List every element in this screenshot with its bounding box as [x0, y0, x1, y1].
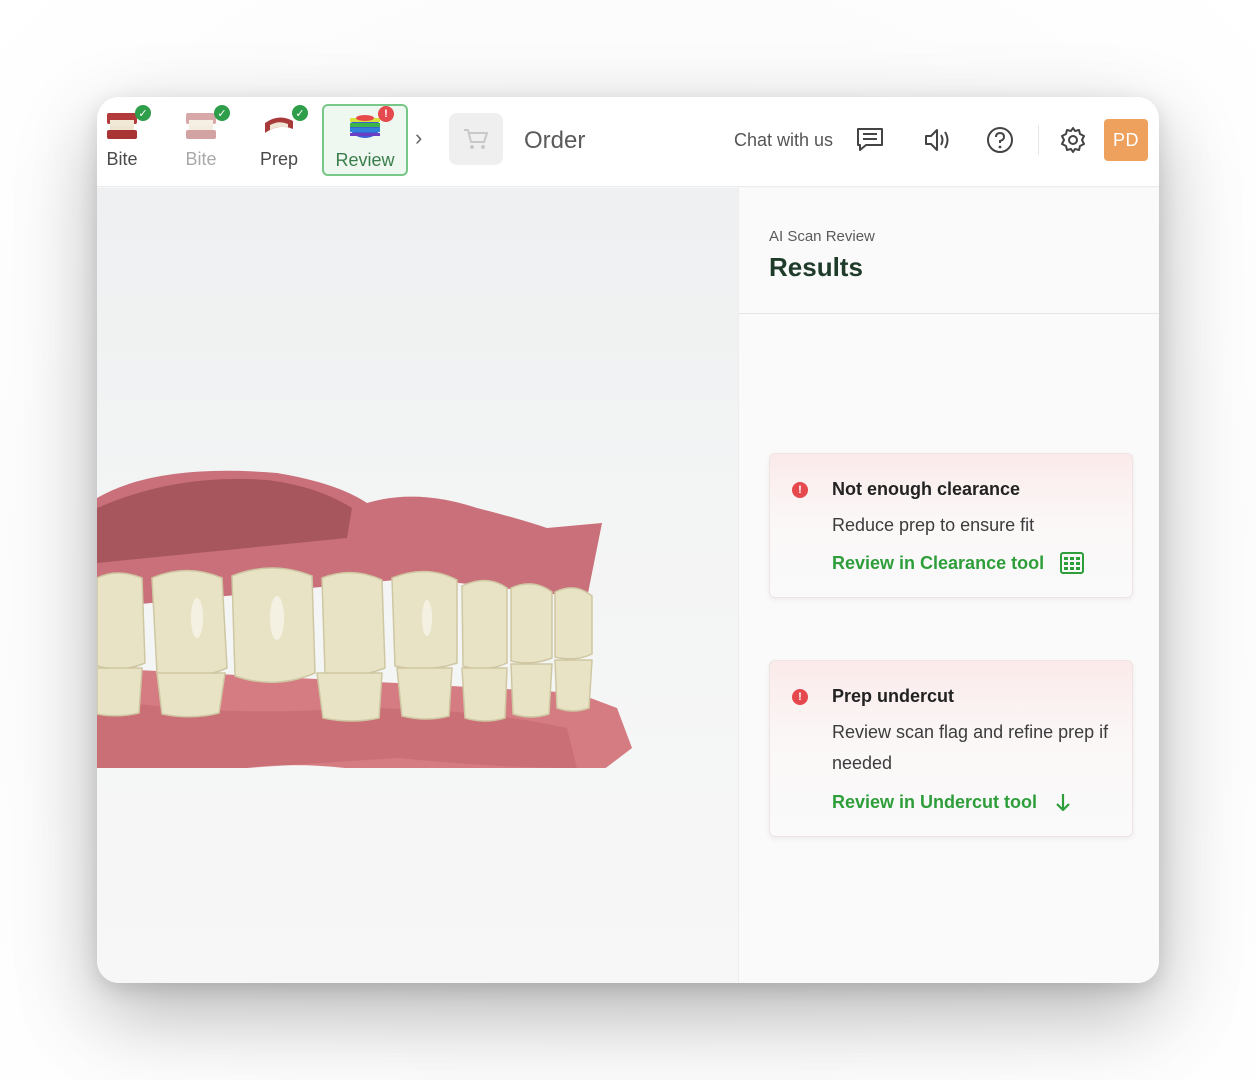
- error-alert-icon: !: [792, 482, 808, 498]
- step-bite-2[interactable]: ✓ Bite: [161, 105, 241, 175]
- step-label: Review: [335, 150, 395, 170]
- error-alert-icon: !: [792, 689, 808, 705]
- top-bar: ✓ Bite ✓ Bite ✓ Prep ! Review › Order Ch…: [97, 97, 1159, 187]
- toolbar-divider: [1038, 125, 1039, 155]
- result-title: Not enough clearance: [832, 479, 1021, 499]
- ai-review-panel: AI Scan Review Results ! Not enough clea…: [738, 188, 1159, 983]
- review-in-clearance-tool-link[interactable]: Review in Clearance tool: [832, 553, 1044, 574]
- clearance-map-icon[interactable]: [1060, 552, 1084, 579]
- result-card-clearance: ! Not enough clearance Reduce prep to en…: [769, 453, 1133, 598]
- panel-divider: [739, 313, 1159, 314]
- bite-scan-thumbnail-icon: ✓: [105, 105, 151, 141]
- step-done-check-icon: ✓: [214, 105, 230, 121]
- step-label: Bite: [185, 149, 217, 169]
- prep-scan-thumbnail-icon: ✓: [262, 105, 308, 141]
- panel-title: Results: [769, 252, 863, 282]
- user-avatar[interactable]: PD: [1104, 119, 1148, 161]
- step-review[interactable]: ! Review: [322, 104, 408, 176]
- result-card-undercut: ! Prep undercut Review scan flag and ref…: [769, 660, 1133, 837]
- step-label: Bite: [106, 149, 138, 169]
- settings-gear-icon[interactable]: [1058, 125, 1088, 160]
- result-description: Review scan flag and refine prep if need…: [832, 722, 1109, 773]
- step-bite-1[interactable]: ✓ Bite: [97, 105, 162, 175]
- bite-scan-thumbnail-icon: ✓: [184, 105, 230, 141]
- chevron-right-icon: ›: [415, 125, 423, 150]
- app-window: ✓ Bite ✓ Bite ✓ Prep ! Review › Order Ch…: [97, 97, 1159, 983]
- speaker-volume-icon[interactable]: [923, 125, 953, 160]
- result-description: Reduce prep to ensure fit: [832, 515, 1035, 535]
- step-error-alert-icon: !: [378, 106, 394, 122]
- result-title: Prep undercut: [832, 686, 955, 706]
- chat-bubble-icon[interactable]: [856, 127, 884, 158]
- step-prep[interactable]: ✓ Prep: [239, 105, 319, 175]
- cart-icon: [464, 129, 488, 149]
- review-heatmap-thumbnail-icon: !: [348, 106, 394, 142]
- cart-button[interactable]: [449, 113, 503, 165]
- arrow-down-icon[interactable]: [1053, 792, 1073, 819]
- dental-scan-model[interactable]: [97, 468, 657, 768]
- step-done-check-icon: ✓: [135, 105, 151, 121]
- help-question-icon[interactable]: [985, 125, 1015, 160]
- order-title: Order: [524, 127, 586, 154]
- review-in-undercut-tool-link[interactable]: Review in Undercut tool: [832, 792, 1037, 813]
- step-label: Prep: [259, 149, 299, 169]
- step-done-check-icon: ✓: [292, 105, 308, 121]
- scan-3d-viewport[interactable]: [97, 188, 738, 983]
- chat-with-us-link[interactable]: Chat with us: [734, 130, 833, 151]
- panel-subtitle: AI Scan Review: [769, 228, 875, 245]
